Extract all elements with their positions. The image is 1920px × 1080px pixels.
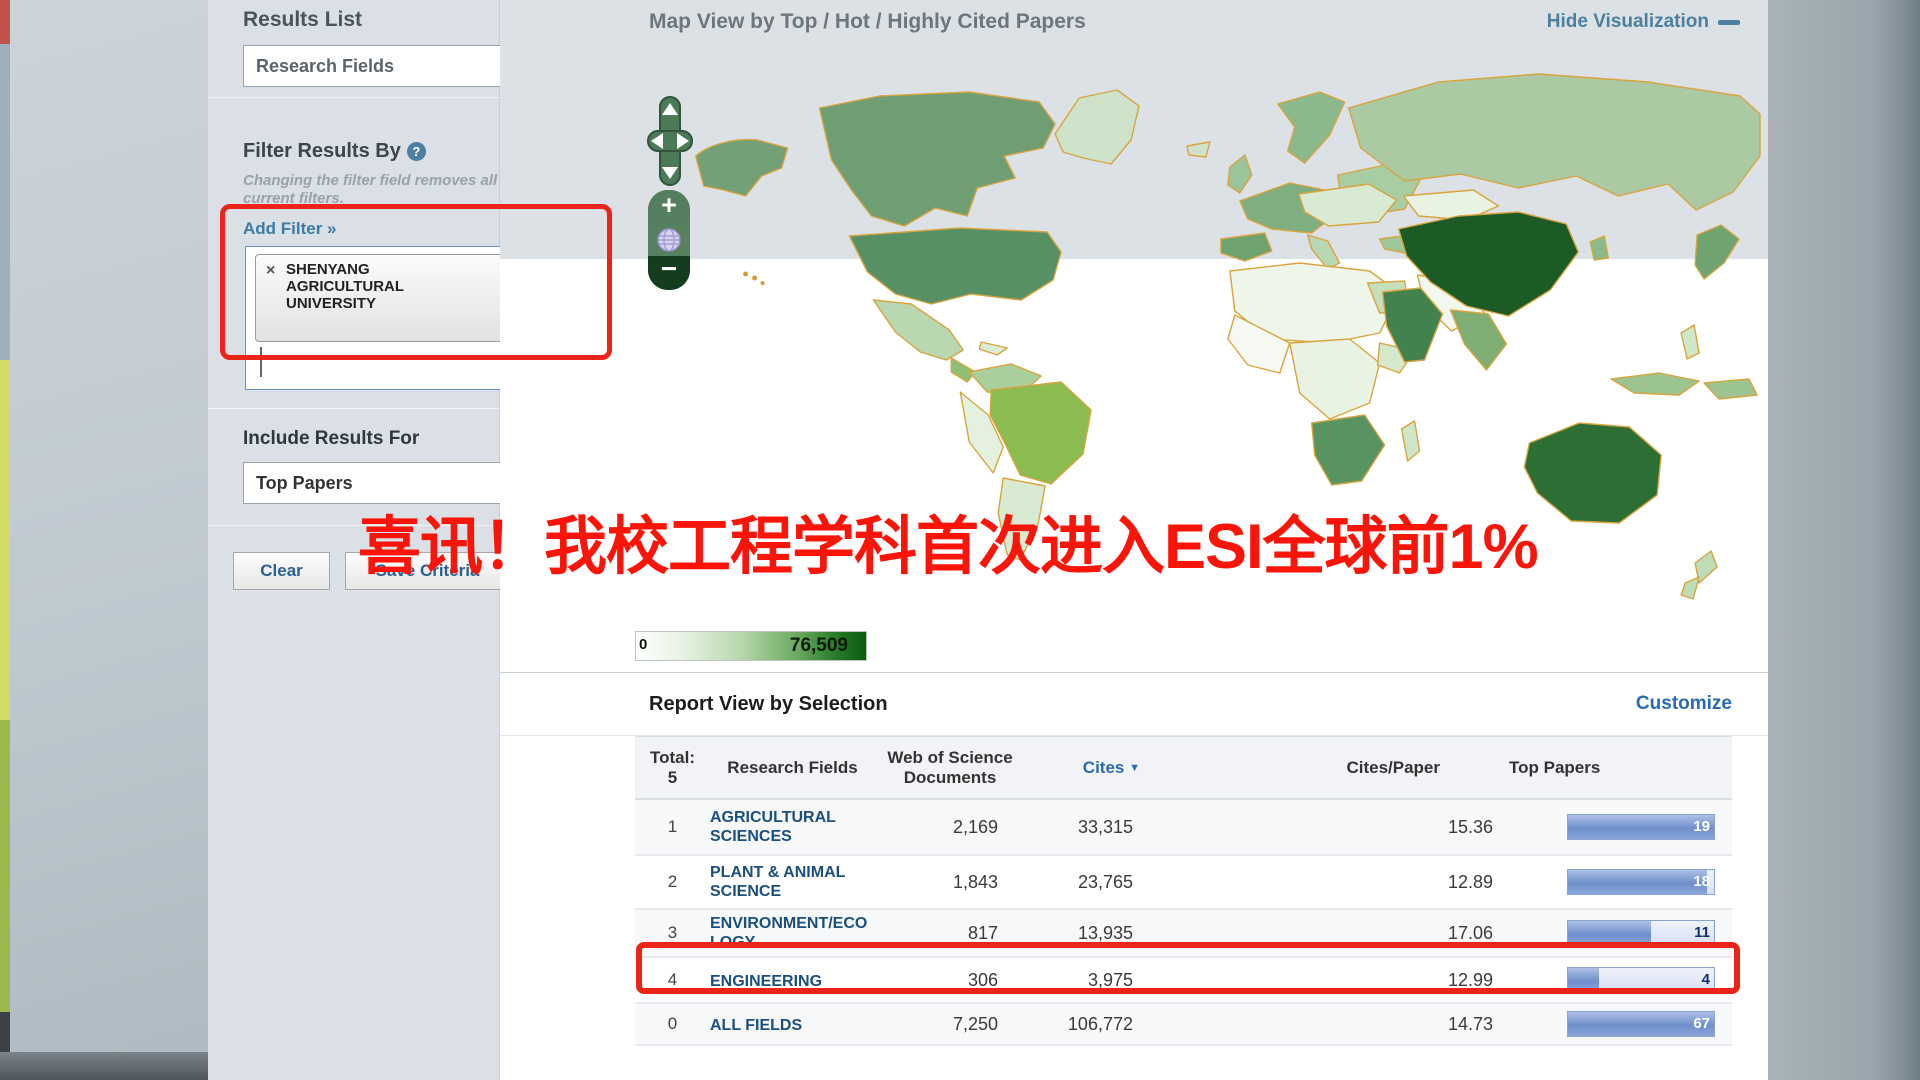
minus-icon	[1718, 20, 1740, 25]
sort-descending-icon: ▼	[1129, 762, 1140, 774]
divider	[208, 408, 500, 409]
report-view-title: Report View by Selection	[649, 693, 1636, 716]
top-papers-bar: 19	[1567, 814, 1715, 840]
map-zoom-control: + −	[648, 190, 690, 290]
choropleth-color-scale: 0 76,509	[635, 631, 867, 661]
cites-per-paper-value: 17.06	[1135, 923, 1495, 944]
wos-documents-value: 817	[900, 923, 1010, 944]
top-papers-value: 67	[1693, 1012, 1710, 1036]
include-results-heading: Include Results For	[243, 428, 419, 450]
cites-per-paper-value: 14.73	[1135, 1014, 1495, 1035]
annotation-red-box-engineering-row	[636, 942, 1740, 994]
clear-button[interactable]: Clear	[233, 552, 330, 590]
row-rank: 0	[635, 1014, 710, 1034]
cites-per-paper-value: 15.36	[1135, 817, 1495, 838]
total-header: Total: 5	[635, 748, 710, 788]
scale-min-label: 0	[639, 636, 647, 653]
globe-reset-button[interactable]	[648, 223, 690, 256]
cites-value: 33,315	[1010, 817, 1135, 838]
table-row: 0 ALL FIELDS 7,250 106,772 14.73 67	[635, 1004, 1732, 1046]
column-header-wos-documents: Web of Science Documents	[875, 748, 1025, 788]
column-header-cites-sortable[interactable]: Cites ▼	[1025, 758, 1140, 778]
desktop-left-band	[10, 0, 208, 1080]
field-link[interactable]: AGRICULTURAL SCIENCES	[710, 808, 868, 846]
scale-max-label: 76,509	[790, 635, 848, 657]
top-papers-bar: 18	[1567, 869, 1715, 895]
top-papers-value: 18	[1693, 870, 1710, 894]
zoom-in-button[interactable]: +	[648, 190, 690, 223]
map-view-title: Map View by Top / Hot / Highly Cited Pap…	[649, 10, 1547, 34]
customize-link[interactable]: Customize	[1636, 693, 1732, 715]
wos-documents-value: 1,843	[900, 872, 1010, 893]
cites-value: 13,935	[1010, 923, 1135, 944]
table-header-row: Total: 5 Research Fields Web of Science …	[635, 736, 1732, 800]
announcement-text: 喜讯！我校工程学科首次进入ESI全球前1%	[358, 496, 1538, 587]
screen: Results List Research Fields Filter Resu…	[0, 0, 1920, 1080]
column-header-top-papers: Top Papers	[1495, 758, 1732, 778]
desktop-edge-strip	[0, 0, 10, 1080]
table-row: 1 AGRICULTURAL SCIENCES 2,169 33,315 15.…	[635, 800, 1732, 856]
results-list-heading: Results List	[243, 8, 362, 32]
desktop-corner	[0, 1052, 208, 1080]
filter-results-heading: Filter Results By?	[243, 140, 426, 163]
wos-documents-value: 2,169	[900, 817, 1010, 838]
map-pan-control[interactable]	[647, 96, 693, 186]
row-rank: 1	[635, 817, 710, 837]
row-rank: 3	[635, 923, 710, 943]
divider	[208, 97, 500, 98]
filter-note: Changing the filter field removes all cu…	[243, 172, 543, 208]
report-panel: Report View by Selection Customize Total…	[500, 672, 1768, 1080]
field-link[interactable]: PLANT & ANIMAL SCIENCE	[710, 863, 868, 901]
globe-icon	[656, 227, 682, 253]
top-papers-value: 19	[1693, 815, 1710, 839]
report-header: Report View by Selection Customize	[500, 673, 1768, 736]
pan-up-icon[interactable]	[662, 103, 678, 115]
wos-documents-value: 7,250	[900, 1014, 1010, 1035]
help-icon[interactable]: ?	[407, 142, 426, 161]
column-header-cites-per-paper: Cites/Paper	[1140, 758, 1495, 778]
annotation-red-box-filter	[220, 204, 612, 360]
row-rank: 2	[635, 872, 710, 892]
table-row: 2 PLANT & ANIMAL SCIENCE 1,843 23,765 12…	[635, 856, 1732, 910]
cites-value: 23,765	[1010, 872, 1135, 893]
cites-per-paper-value: 12.89	[1135, 872, 1495, 893]
pan-left-icon[interactable]	[651, 133, 663, 149]
field-link[interactable]: ALL FIELDS	[710, 1016, 802, 1035]
hide-visualization-link[interactable]: Hide Visualization	[1547, 11, 1740, 33]
map-header: Map View by Top / Hot / Highly Cited Pap…	[500, 0, 1768, 44]
top-papers-bar: 67	[1567, 1011, 1715, 1037]
column-header-research-fields: Research Fields	[710, 758, 875, 778]
report-table: Total: 5 Research Fields Web of Science …	[635, 736, 1732, 1046]
pan-down-icon[interactable]	[662, 167, 678, 179]
desktop-right-band	[1768, 0, 1920, 1080]
cites-value: 106,772	[1010, 1014, 1135, 1035]
pan-right-icon[interactable]	[677, 133, 689, 149]
